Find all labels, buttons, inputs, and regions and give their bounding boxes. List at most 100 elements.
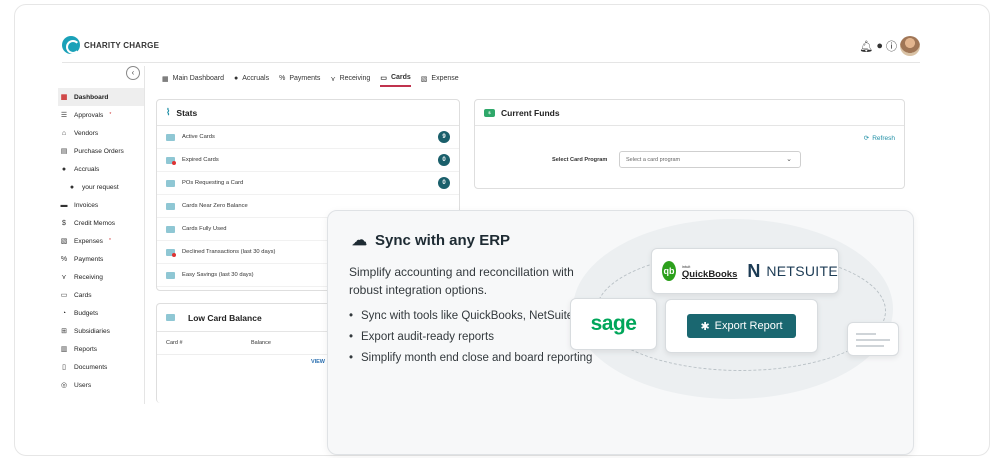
low-card-balance-panel: Low Card Balance Card # Balance VIEW [156, 303, 336, 403]
sidebar-item-purchase-orders[interactable]: ▤ Purchase Orders [58, 142, 144, 160]
money-icon: $ [484, 108, 495, 117]
header-divider [62, 62, 920, 63]
pulse-icon: ⌇ [166, 107, 171, 117]
credit-icon: $ [62, 219, 66, 227]
sidebar-item-cards[interactable]: ▭ Cards [58, 286, 144, 304]
sidebar-item-vendors[interactable]: ⌂ Vendors [58, 124, 144, 142]
card-program-select[interactable]: Select a card program ⌄ [619, 151, 801, 168]
cloud-sync-icon: ☁ [352, 232, 367, 249]
stats-title: Stats [176, 107, 198, 118]
tab-label: Accruals [242, 75, 270, 82]
cart-icon: ▤ [60, 148, 68, 155]
coin-icon: ● [69, 183, 75, 191]
sidebar-item-expenses[interactable]: ▧ Expenses * [58, 232, 144, 250]
sidebar-item-invoices[interactable]: ▬ Invoices [58, 196, 144, 214]
sidebar-item-dashboard[interactable]: ▦ Dashboard [58, 88, 144, 106]
sidebar-item-credit-memos[interactable]: $ Credit Memos [58, 214, 144, 232]
sidebar-item-label: Credit Memos [74, 219, 116, 227]
brand-logo[interactable]: CHARITY CHARGE [62, 36, 159, 54]
sidebar-item-label: Cards [74, 291, 92, 299]
card-icon: ▭ [380, 74, 387, 82]
sidebar-item-budgets[interactable]: ◔ Budgets [58, 304, 144, 322]
tab-label: Main Dashboard [172, 75, 224, 82]
payment-icon: % [60, 255, 68, 263]
funds-title: Current Funds [501, 107, 560, 118]
sidebar-item-accruals[interactable]: ● Accruals [58, 160, 144, 178]
tab-label: Payments [289, 75, 321, 82]
sidebar-item-label: Accruals [74, 165, 100, 173]
card-program-placeholder: Select a card program [626, 157, 681, 163]
sidebar-nav: ▦ Dashboard ☰ Approvals * ⌂ Vendors ▤ Purchase O… [58, 88, 144, 394]
tab-label: Cards [390, 74, 411, 81]
erp-title: Sync with any ERP [375, 231, 511, 249]
stat-row[interactable]: Expired Cards 0 [157, 149, 459, 172]
sidebar-item-label: Subsidiaries [74, 327, 110, 335]
sidebar-item-documents[interactable]: ▯ Documents [58, 358, 144, 376]
doc-line [856, 339, 890, 341]
list-icon: ☰ [60, 112, 68, 119]
expense-icon: ▧ [420, 75, 428, 83]
refresh-label: Refresh [872, 134, 895, 142]
dashboard-icon: ▦ [162, 75, 169, 83]
sidebar-item-label: Purchase Orders [74, 147, 124, 155]
sidebar-item-label: Expenses [74, 237, 103, 245]
doc-line [856, 333, 876, 335]
brand-name: CHARITY CHARGE [84, 40, 160, 50]
tab-cards[interactable]: ▭ Cards [380, 73, 411, 87]
card-icon: ▭ [60, 292, 68, 299]
sage-wordmark: sage [590, 312, 637, 335]
current-funds-panel: $ Current Funds ⟳ Refresh Select Card Pr… [474, 99, 905, 189]
tab-expense[interactable]: ▧ Expense [421, 73, 459, 87]
document-preview-tile [847, 322, 899, 356]
stat-label: Expired Cards [182, 157, 219, 163]
card-icon [166, 156, 176, 165]
export-report-button[interactable]: ✱ Export Report [687, 314, 796, 338]
document-icon: ▯ [62, 364, 66, 371]
tab-main-dashboard[interactable]: ▦ Main Dashboard [162, 73, 224, 87]
tab-payments[interactable]: % Payments [279, 73, 320, 87]
sidebar-item-users[interactable]: ◎ Users [58, 376, 144, 394]
stat-row[interactable]: Active Cards 9 [157, 126, 459, 149]
stat-row[interactable]: POs Requesting a Card 0 [157, 172, 459, 195]
collapse-sidebar-button[interactable]: ‹ [126, 66, 140, 80]
sidebar-item-approvals[interactable]: ☰ Approvals * [58, 106, 144, 124]
sidebar-item-label: Vendors [74, 129, 99, 137]
doc-line [856, 345, 884, 347]
column-card-number: Card # [166, 340, 183, 346]
sidebar-item-label: Reports [74, 345, 98, 353]
sidebar-item-payments[interactable]: % Payments [58, 250, 144, 268]
sidebar-item-label: Payments [74, 255, 104, 263]
card-icon [166, 179, 175, 187]
low-card-title: Low Card Balance [188, 312, 262, 323]
avatar[interactable] [900, 36, 920, 56]
erp-heading: ☁ Sync with any ERP [352, 231, 511, 250]
notification-badge: * [108, 238, 111, 244]
chat-icon[interactable]: ● [876, 40, 883, 52]
dashboard-icon: ▦ [60, 94, 68, 101]
export-icon: ✱ [700, 320, 710, 333]
tab-accruals[interactable]: ● Accruals [234, 73, 269, 87]
sage-tile: sage [570, 298, 657, 350]
sidebar-item-subsidiaries[interactable]: ⊞ Subsidiaries [58, 322, 144, 340]
tab-receiving[interactable]: ⋎ Receiving [330, 73, 370, 87]
export-label: Export Report [714, 320, 783, 332]
store-icon: ⌂ [61, 129, 67, 137]
refresh-button[interactable]: ⟳ Refresh [863, 134, 895, 143]
card-icon [166, 248, 176, 257]
sidebar-item-label: Approvals [74, 111, 104, 119]
quickbooks-wordmark: intuit QuickBooks [681, 264, 738, 280]
help-icon[interactable]: ⓘ [886, 38, 897, 54]
sidebar-item-reports[interactable]: ▥ Reports [58, 340, 144, 358]
view-link[interactable]: VIEW [311, 359, 325, 365]
sidebar-item-your-request[interactable]: ● your request [58, 178, 144, 196]
sidebar-item-receiving[interactable]: ⋎ Receiving [58, 268, 144, 286]
bell-icon[interactable]: 🔔︎ [859, 40, 873, 53]
sidebar-item-label: Documents [74, 363, 108, 371]
refresh-icon: ⟳ [863, 135, 870, 142]
coin-icon: ● [61, 165, 67, 173]
invoice-icon: ▬ [60, 201, 68, 209]
sidebar: ‹ ▦ Dashboard ☰ Approvals * ⌂ Vendors ▤ Purchase… [58, 66, 144, 404]
card-icon [166, 314, 175, 321]
chevron-down-icon: ⌄ [786, 156, 792, 163]
quickbooks-logo-icon: qb [662, 261, 676, 281]
